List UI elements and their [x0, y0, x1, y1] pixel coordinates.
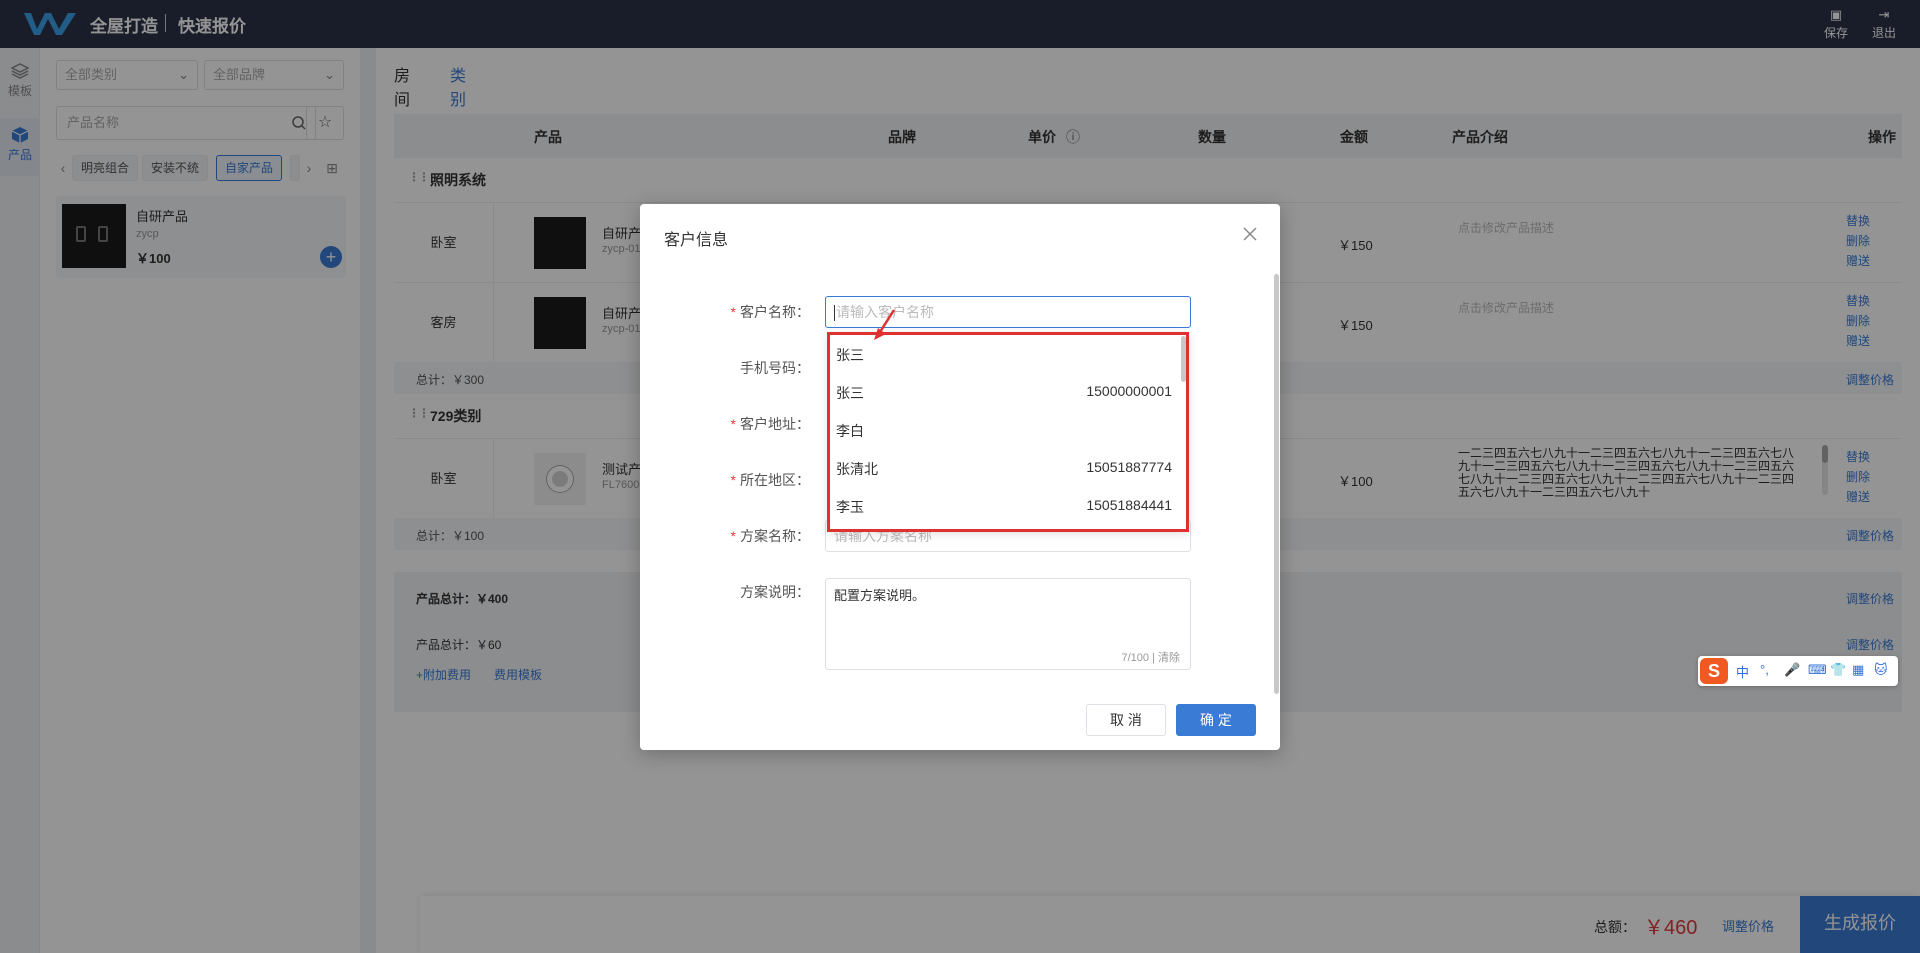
ime-punctuation-toggle[interactable]: °,: [1760, 662, 1769, 677]
mascot-icon[interactable]: 🐱: [1874, 662, 1888, 678]
customer-suggestions-dropdown: 张三 张三 15000000001 李白 张清北 15051887774 李玉 150…: [827, 332, 1189, 532]
toolbox-icon[interactable]: ▦: [1852, 662, 1864, 678]
close-icon[interactable]: [1242, 226, 1258, 242]
keyboard-icon[interactable]: ⌨: [1808, 662, 1827, 678]
plan-desc-textarea[interactable]: 配置方案说明。 7/100 | 清除: [825, 578, 1191, 670]
plan-name-label: * 方案名称：: [730, 528, 810, 544]
skin-icon[interactable]: 👕: [1830, 662, 1846, 678]
cancel-button[interactable]: 取 消: [1086, 704, 1166, 736]
microphone-icon[interactable]: 🎤: [1784, 662, 1800, 678]
annotation-arrow-icon: [874, 309, 896, 340]
list-item[interactable]: 张清北 15051887774: [828, 449, 1184, 487]
list-item[interactable]: 李玉 15051884441: [828, 487, 1184, 525]
ime-toolbar: S 中 °, 🎤 ⌨ 👕 ▦ 🐱: [1698, 656, 1898, 686]
customer-name-label: * 客户名称：: [730, 304, 810, 320]
list-item[interactable]: 李白: [828, 411, 1184, 449]
plan-desc-value: 配置方案说明。: [834, 588, 926, 603]
list-item[interactable]: 张三 15000000001: [828, 373, 1184, 411]
address-label: * 客户地址：: [730, 416, 810, 432]
dialog-scrollbar[interactable]: [1274, 274, 1279, 694]
sogou-logo-icon[interactable]: S: [1700, 658, 1728, 684]
phone-label: 手机号码：: [740, 360, 810, 376]
clear-link[interactable]: 清除: [1158, 652, 1180, 664]
char-counter: 7/100 | 清除: [1121, 652, 1180, 664]
ime-mode-toggle[interactable]: 中: [1736, 662, 1749, 681]
confirm-button[interactable]: 确 定: [1176, 704, 1256, 736]
dropdown-scrollbar[interactable]: [1181, 336, 1186, 382]
dialog-title: 客户信息: [664, 232, 729, 249]
text-caret: [834, 305, 835, 322]
region-label: * 所在地区：: [730, 472, 810, 488]
plan-desc-label: 方案说明：: [740, 584, 810, 600]
